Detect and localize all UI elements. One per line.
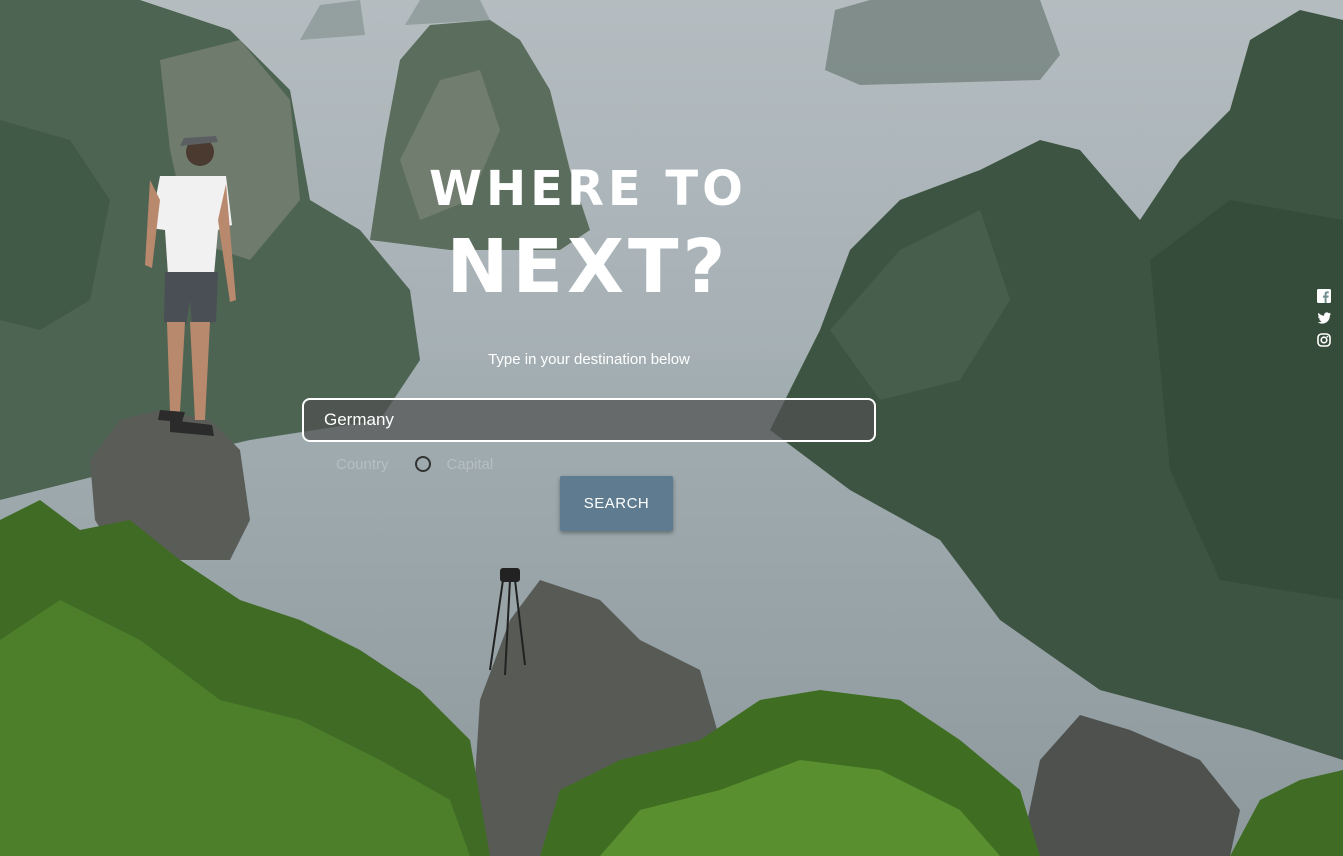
destination-search-input[interactable] [302, 398, 876, 442]
search-type-radio-group: Country Capital [336, 454, 519, 474]
social-links [1317, 289, 1333, 347]
hero-subtitle: Type in your destination below [488, 351, 690, 368]
twitter-icon[interactable] [1317, 311, 1331, 325]
radio-option-capital[interactable]: Capital [414, 455, 494, 473]
radio-label-capital: Capital [446, 455, 494, 473]
instagram-icon[interactable] [1317, 333, 1331, 347]
radio-button-capital[interactable] [414, 456, 431, 472]
search-button[interactable]: SEARCH [560, 476, 673, 531]
hero-title-top: WHERE TO [429, 161, 747, 217]
facebook-icon[interactable] [1317, 289, 1331, 303]
radio-label-country: Country [336, 455, 389, 473]
radio-option-country[interactable]: Country [336, 456, 389, 473]
hero-title-main: NEXT? [446, 224, 730, 310]
hero-section: WHERE TO NEXT? Type in your destination … [0, 0, 1343, 856]
